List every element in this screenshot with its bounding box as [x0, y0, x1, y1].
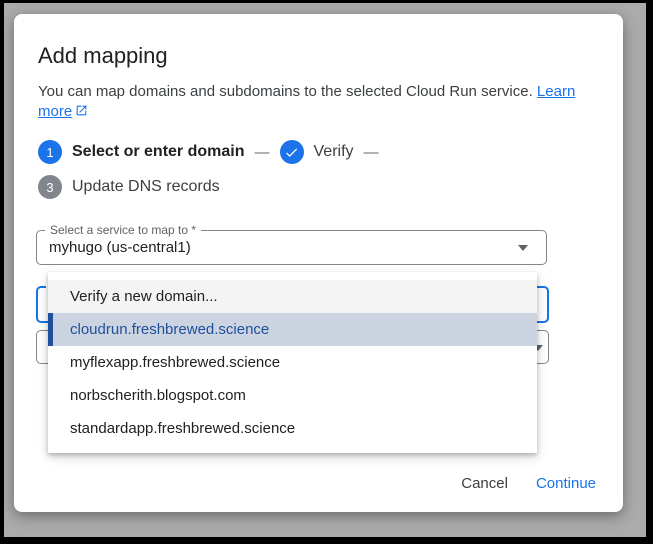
verified-domain-dropdown-menu: Verify a new domain... cloudrun.freshbre…	[48, 272, 537, 453]
step-1-label: Select or enter domain	[72, 143, 245, 161]
menu-option-standardapp-freshbrewed-science[interactable]: standardapp.freshbrewed.science	[48, 412, 537, 445]
step-separator: —	[364, 144, 379, 161]
open-in-new-icon	[75, 103, 88, 116]
menu-option-verify-new-domain[interactable]: Verify a new domain...	[48, 280, 537, 313]
menu-option-myflexapp-freshbrewed-science[interactable]: myflexapp.freshbrewed.science	[48, 346, 537, 379]
service-select-label: Select a service to map to *	[45, 223, 201, 237]
check-icon	[284, 145, 299, 160]
menu-option-norbscherith-blogspot-com[interactable]: norbscherith.blogspot.com	[48, 379, 537, 412]
continue-button[interactable]: Continue	[525, 467, 607, 500]
dialog-footer: Cancel Continue	[450, 467, 607, 500]
step-3-label: Update DNS records	[72, 178, 220, 196]
service-select[interactable]: Select a service to map to * myhugo (us-…	[36, 230, 547, 265]
step-2-label: Verify	[314, 143, 354, 161]
step-3-circle: 3	[38, 175, 62, 199]
dropdown-arrow-icon	[518, 245, 528, 251]
step-1-circle: 1	[38, 140, 62, 164]
dialog-backdrop: Add mapping You can map domains and subd…	[4, 3, 646, 537]
menu-option-cloudrun-freshbrewed-science[interactable]: cloudrun.freshbrewed.science	[48, 313, 537, 346]
description-text: You can map domains and subdomains to th…	[38, 83, 533, 100]
dialog-description: You can map domains and subdomains to th…	[38, 82, 599, 122]
dialog-title: Add mapping	[38, 42, 599, 70]
stepper-row-1: 1 Select or enter domain — Verify —	[38, 140, 599, 164]
cancel-button[interactable]: Cancel	[450, 467, 519, 500]
step-2-circle	[280, 140, 304, 164]
add-mapping-dialog: Add mapping You can map domains and subd…	[14, 14, 623, 512]
stepper-row-2: 3 Update DNS records	[38, 175, 599, 199]
step-separator: —	[255, 144, 270, 161]
